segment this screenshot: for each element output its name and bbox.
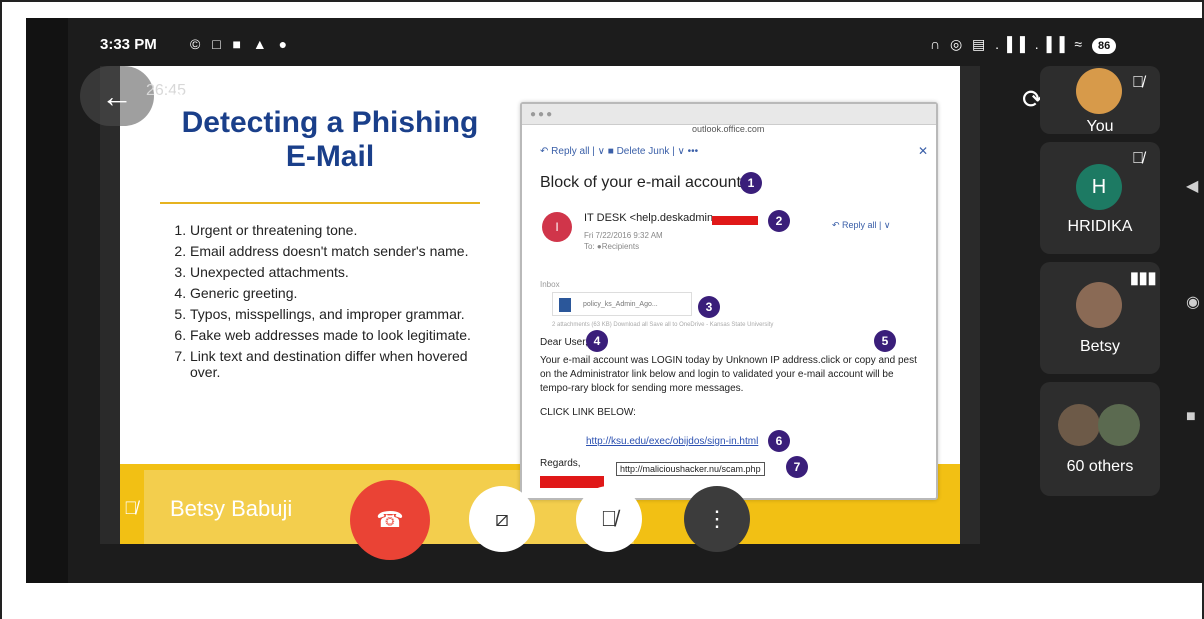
email-toolbar: ↶ Reply all | ∨ ■ Delete Junk | ∨ •••: [540, 146, 699, 157]
left-system-bar: [26, 18, 68, 583]
system-status-icons: ∩ ◎ ▤ .▐▐ .▐▐ ≈ 86: [930, 36, 1117, 54]
email-message: Your e-mail account was LOGIN today by U…: [540, 355, 917, 394]
callout-badge: 5: [874, 330, 896, 352]
inbox-label: Inbox: [540, 280, 560, 289]
participant-name: HRIDIKA: [1067, 218, 1133, 235]
mic-off-icon: 🎙̸: [1132, 74, 1144, 91]
title-divider: [160, 202, 480, 204]
participant-avatar: [1076, 282, 1122, 328]
click-link-label: CLICK LINK BELOW:: [540, 407, 636, 418]
window-dots-icon: ●●●: [530, 109, 555, 120]
battery-indicator: 86: [1091, 38, 1117, 54]
redaction-bar: [712, 216, 758, 225]
more-options-button[interactable]: ⋮: [684, 486, 750, 552]
attachment-name: policy_ks_Admin_Ago...: [583, 301, 658, 308]
nav-home-icon[interactable]: ◉: [1186, 292, 1200, 312]
speaking-indicator-icon: ▮▮▮: [1130, 270, 1157, 287]
email-sender: IT DESK <help.deskadmin: [584, 212, 714, 224]
close-icon: ✕: [917, 144, 928, 158]
slide-point: Unexpected attachments.: [190, 264, 490, 280]
callout-badge: 4: [586, 330, 608, 352]
hangup-icon: ☎: [376, 507, 404, 532]
mic-off-icon: 🎙̸: [600, 506, 618, 531]
email-regards: Regards,: [540, 458, 581, 469]
email-recipients: To: ●Recipients: [584, 242, 640, 251]
slide-point: Generic greeting.: [190, 285, 490, 301]
slide-point: Urgent or threatening tone.: [190, 222, 490, 238]
participant-tile-hridika[interactable]: H 🎙̸ HRIDIKA: [1040, 142, 1160, 254]
email-window-titlebar: ●●●: [522, 104, 936, 125]
word-file-icon: [559, 298, 571, 312]
slide-point: Link text and destination differ when ho…: [190, 348, 490, 380]
email-subject: Block of your e-mail account: [540, 174, 741, 191]
signal-icons: ∩ ◎ ▤ .▐▐ .▐▐ ≈: [930, 36, 1086, 52]
slide-point: Fake web addresses made to look legitima…: [190, 327, 490, 343]
nav-back-icon[interactable]: ◀: [1186, 176, 1198, 196]
participant-avatar: [1098, 404, 1140, 446]
slide-point: Email address doesn't match sender's nam…: [190, 243, 490, 259]
email-meta: Fri 7/22/2016 9:32 AM To: ●Recipients: [584, 230, 663, 252]
link-tooltip: http://malicioushacker.nu/scam.php: [616, 462, 765, 476]
reply-all-link: ↶ Reply all | ∨: [832, 220, 891, 230]
email-screenshot: ●●● outlook.office.com ↶ Reply all | ∨ ■…: [520, 102, 938, 500]
phishing-link: http://ksu.edu/exec/obijdos/sign-in.html: [586, 436, 759, 447]
meeting-code[interactable]: tyv-vhfh-ssd ▸: [174, 86, 304, 111]
camera-off-icon: ⧄: [495, 506, 509, 531]
more-vert-icon: ⋮: [706, 506, 728, 531]
mic-off-icon: 🎙̸: [1132, 150, 1144, 167]
participant-name: You: [1086, 118, 1114, 135]
redaction-bar: [540, 476, 604, 488]
back-arrow-icon[interactable]: ←: [80, 66, 154, 126]
callout-badge: 2: [768, 210, 790, 232]
presenter-name: Betsy Babuji: [170, 496, 293, 521]
camera-toggle-button[interactable]: ⧄: [469, 486, 535, 552]
participant-name: 60 others: [1066, 458, 1134, 475]
email-window-url: outlook.office.com: [692, 124, 765, 134]
participant-tile-betsy[interactable]: ▮▮▮ Betsy: [1040, 262, 1160, 374]
slide-points: Urgent or threatening tone. Email addres…: [166, 222, 490, 385]
shared-slide: Detecting a Phishing E-Mail Urgent or th…: [120, 66, 960, 544]
callout-badge: 6: [768, 430, 790, 452]
callout-badge: 7: [786, 456, 808, 478]
sender-avatar: I: [542, 212, 572, 242]
participant-avatar: H: [1076, 164, 1122, 210]
attachment-meta: 2 attachments (63 KB) Download all Save …: [552, 322, 774, 328]
participant-avatar: [1058, 404, 1100, 446]
slide-title: Detecting a Phishing E-Mail: [181, 106, 479, 173]
participant-tile-others[interactable]: 60 others: [1040, 382, 1160, 496]
participant-name: Betsy: [1079, 338, 1120, 355]
callout-badge: 1: [740, 172, 762, 194]
headphones-avatar: [1076, 68, 1122, 114]
presenter-mic-off-icon: 🎙̸: [124, 498, 138, 518]
slide-point: Typos, misspellings, and improper gramma…: [190, 306, 490, 322]
end-call-button[interactable]: ☎: [350, 480, 430, 560]
participant-tile-you[interactable]: 🎙̸ You: [1040, 66, 1160, 135]
mic-toggle-button[interactable]: 🎙̸: [576, 486, 642, 552]
email-date: Fri 7/22/2016 9:32 AM: [584, 231, 663, 240]
nav-recents-icon[interactable]: ■: [1186, 408, 1196, 426]
notification-icons: © □ ■ ▲ ●: [190, 36, 292, 52]
callout-badge: 3: [698, 296, 720, 318]
status-time: 3:33 PM: [100, 36, 157, 53]
email-attachment: policy_ks_Admin_Ago...: [552, 292, 692, 316]
